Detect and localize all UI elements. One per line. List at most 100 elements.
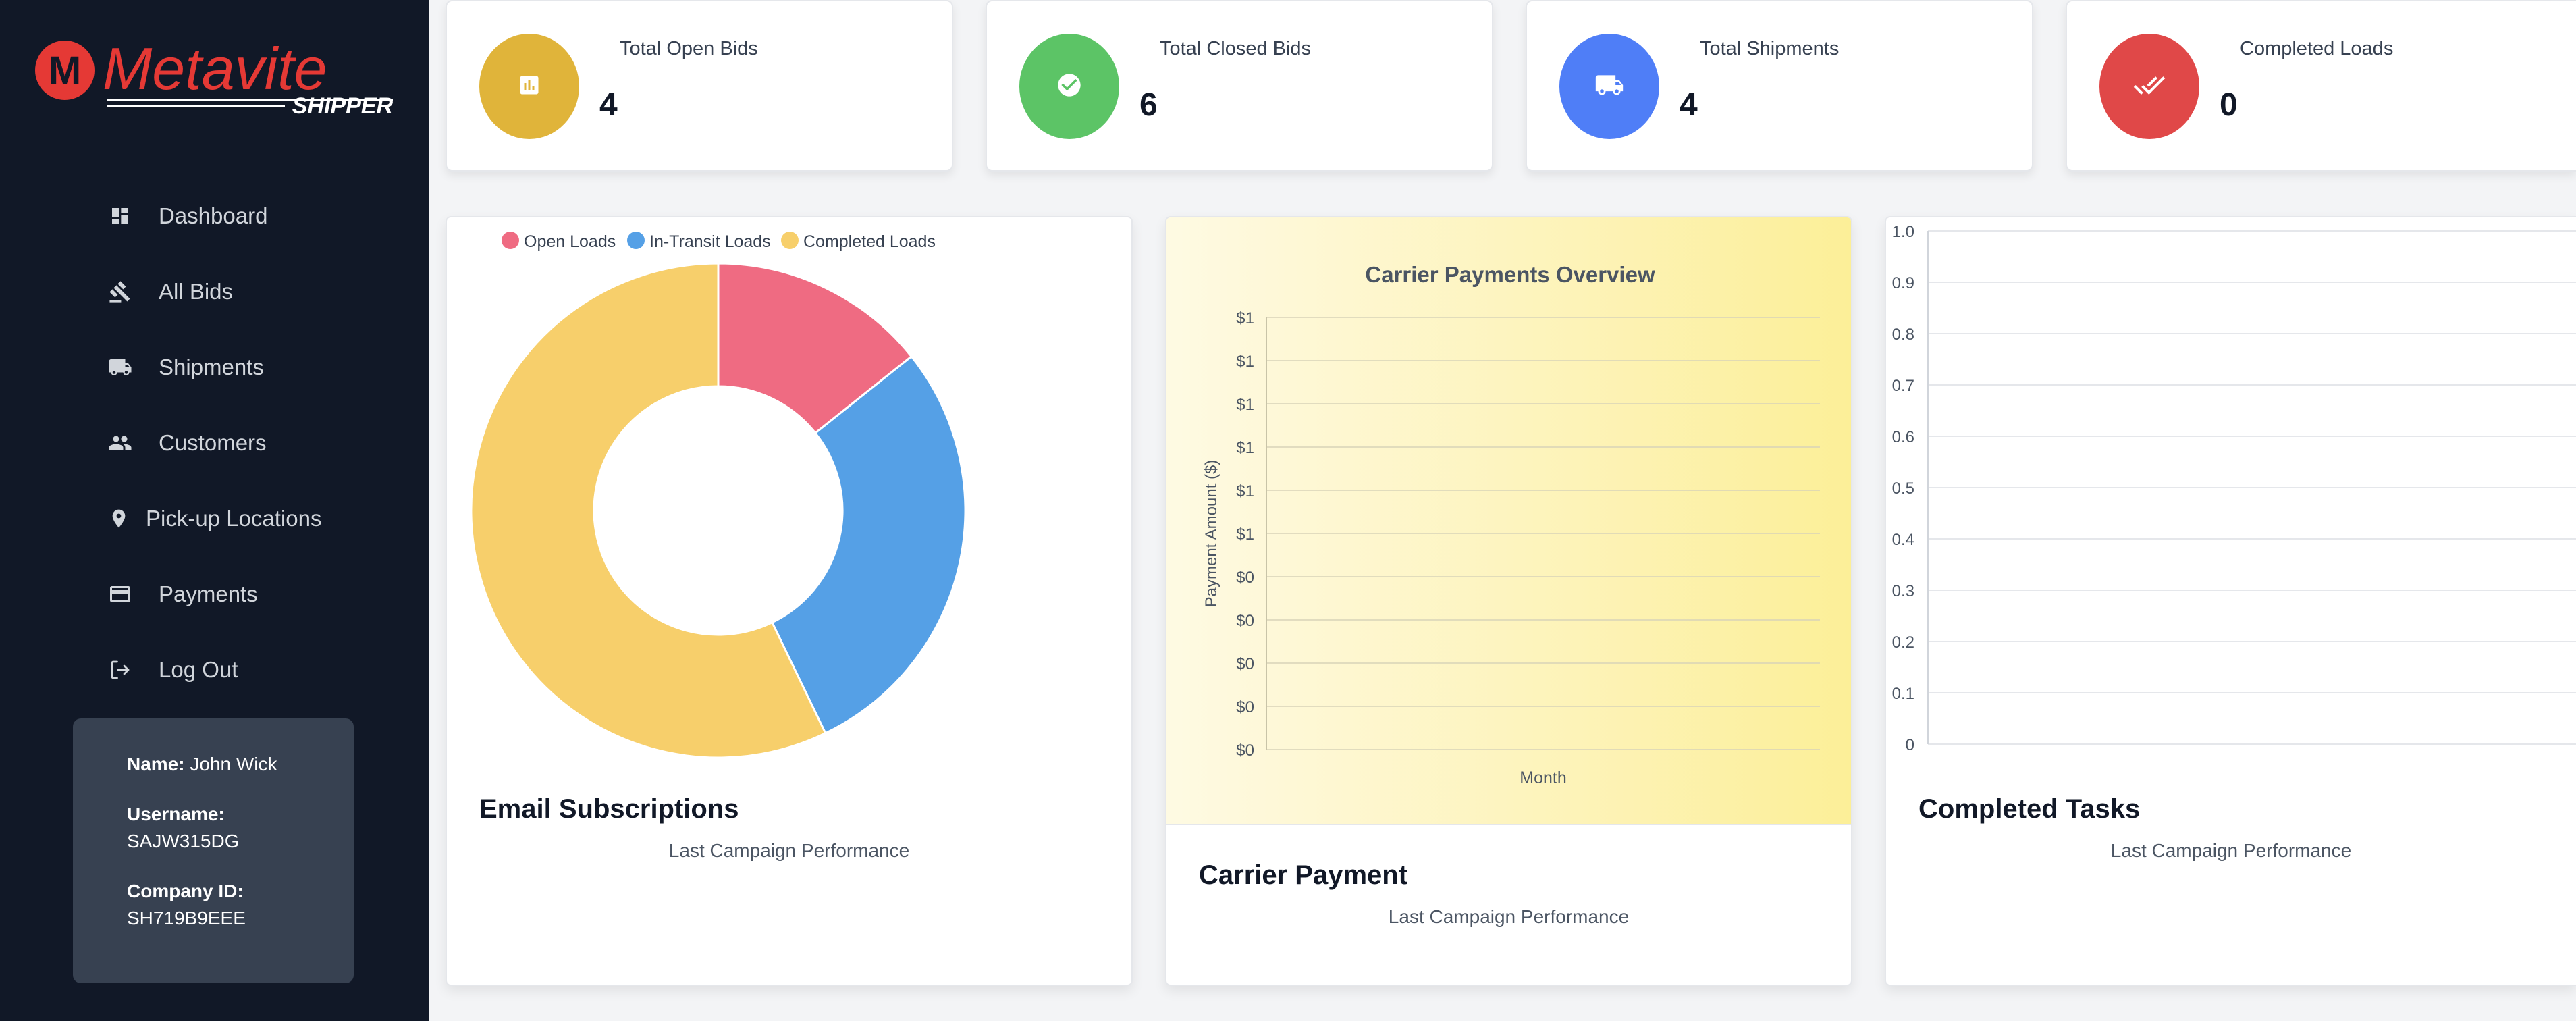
brand-logo-graphic: M Metavite SHIPPER bbox=[35, 35, 394, 119]
carrier-payments-chart: Carrier Payments Overview $1 $1 $1 $1 $1 $1 $0 $… bbox=[1202, 262, 1820, 787]
sidebar-item-payments[interactable]: Payments bbox=[0, 560, 429, 628]
sidebar-item-shipments[interactable]: Shipments bbox=[0, 334, 429, 401]
chart-title: Carrier Payments Overview bbox=[1365, 262, 1655, 287]
x-axis-label: Month bbox=[1520, 768, 1566, 787]
y-tick-label: $0 bbox=[1236, 612, 1254, 630]
bar-chart-icon bbox=[517, 73, 541, 101]
sidebar-item-label: Log Out bbox=[159, 657, 238, 682]
legend-swatch bbox=[781, 232, 799, 249]
company-id-row: Company ID: SH719B9EEE bbox=[127, 878, 354, 932]
brand-subtitle: SHIPPER bbox=[292, 93, 394, 119]
y-tick-label: $1 bbox=[1236, 439, 1254, 457]
stat-icon-circle bbox=[479, 34, 579, 139]
company-id-label: Company ID: bbox=[127, 881, 244, 901]
check-circle-icon bbox=[1056, 72, 1083, 102]
people-icon bbox=[107, 429, 134, 456]
y-tick-label: $1 bbox=[1236, 309, 1254, 328]
sidebar-item-logout[interactable]: Log Out bbox=[0, 636, 429, 704]
sidebar-item-dashboard[interactable]: Dashboard bbox=[0, 182, 429, 250]
y-tick-label: $1 bbox=[1236, 352, 1254, 371]
completed-tasks-card: 1.0 0.9 0.8 0.7 0.6 0.5 0.4 0.3 0.2 0.1 0 Complete… bbox=[1885, 216, 2576, 986]
stat-value: 4 bbox=[599, 87, 618, 123]
y-tick-label: 0.6 bbox=[1892, 428, 1914, 446]
y-tick-label: $1 bbox=[1236, 396, 1254, 414]
card-title: Completed Tasks bbox=[1918, 794, 2141, 824]
stat-value: 4 bbox=[1680, 87, 1698, 123]
doughnut-chart: Open Loads In-Transit Loads Completed Load… bbox=[470, 232, 967, 759]
stat-label: Total Open Bids bbox=[620, 38, 758, 59]
sidebar-item-customers[interactable]: Customers bbox=[0, 409, 429, 477]
y-tick-label: $1 bbox=[1236, 482, 1254, 500]
legend-label: Completed Loads bbox=[803, 232, 936, 251]
truck-icon bbox=[107, 354, 134, 381]
y-tick-label: 0.4 bbox=[1892, 531, 1914, 549]
username-row: Username: SAJW315DG bbox=[127, 801, 354, 855]
gavel-icon bbox=[107, 278, 134, 305]
sidebar: M Metavite SHIPPER Dashboard All Bids Sh… bbox=[0, 0, 429, 1021]
card-subtitle: Last Campaign Performance bbox=[668, 840, 910, 861]
truck-icon bbox=[1594, 70, 1624, 103]
y-tick-label: 0.3 bbox=[1892, 582, 1914, 600]
brand-name: Metavite bbox=[103, 38, 327, 102]
stat-icon-circle bbox=[1019, 34, 1119, 139]
brand-logo[interactable]: M Metavite SHIPPER bbox=[34, 35, 398, 119]
sidebar-item-label: Customers bbox=[159, 430, 267, 455]
y-tick-label: 0.7 bbox=[1892, 377, 1914, 395]
stat-value: 6 bbox=[1139, 87, 1158, 123]
y-tick-label: $0 bbox=[1236, 741, 1254, 760]
username-label: Username: bbox=[127, 804, 225, 824]
card-subtitle: Last Campaign Performance bbox=[1388, 906, 1630, 927]
y-tick-label: 0 bbox=[1906, 736, 1914, 754]
y-axis-label: Payment Amount ($) bbox=[1202, 460, 1220, 608]
sidebar-item-label: Payments bbox=[159, 581, 258, 606]
stat-value: 0 bbox=[2220, 87, 2238, 123]
stat-label: Completed Loads bbox=[2240, 38, 2394, 59]
sidebar-item-label: Shipments bbox=[159, 355, 264, 379]
double-check-icon bbox=[2133, 69, 2166, 105]
sidebar-item-pickup-locations[interactable]: Pick-up Locations bbox=[0, 485, 429, 552]
brand-letter: M bbox=[49, 49, 81, 93]
sidebar-item-label: Dashboard bbox=[159, 203, 268, 228]
legend-label: Open Loads bbox=[524, 232, 616, 251]
dashboard-icon bbox=[107, 203, 134, 230]
legend-swatch bbox=[627, 232, 645, 249]
app-root: M Metavite SHIPPER Dashboard All Bids Sh… bbox=[0, 0, 2576, 1021]
logout-icon bbox=[107, 656, 134, 683]
legend-swatch bbox=[502, 232, 519, 249]
location-pin-icon bbox=[105, 505, 132, 532]
stat-label: Total Shipments bbox=[1700, 38, 1840, 59]
card-title: Carrier Payment bbox=[1199, 860, 1408, 890]
y-tick-label: 1.0 bbox=[1892, 223, 1914, 241]
stat-card-completed-loads: Completed Loads 0 bbox=[2066, 0, 2576, 172]
stat-icon-circle bbox=[1559, 34, 1659, 139]
legend-label: In-Transit Loads bbox=[649, 232, 771, 251]
y-tick-label: 0.2 bbox=[1892, 633, 1914, 652]
username-value: SAJW315DG bbox=[127, 831, 240, 852]
stat-card-open-bids: Total Open Bids 4 bbox=[446, 0, 953, 172]
y-tick-label: 0.1 bbox=[1892, 685, 1914, 703]
user-name-row: Name: John Wick bbox=[127, 751, 354, 778]
email-subscriptions-card: Open Loads In-Transit Loads Completed Load… bbox=[446, 216, 1133, 986]
y-tick-label: $0 bbox=[1236, 698, 1254, 716]
y-tick-label: $0 bbox=[1236, 655, 1254, 673]
carrier-payment-card: Carrier Payments Overview $1 $1 $1 $1 $1 $1 $0 $… bbox=[1165, 216, 1852, 986]
stat-label: Total Closed Bids bbox=[1160, 38, 1312, 59]
stat-icon-circle bbox=[2099, 34, 2199, 139]
y-tick-label: $0 bbox=[1236, 569, 1254, 587]
completed-tasks-chart: 1.0 0.9 0.8 0.7 0.6 0.5 0.4 0.3 0.2 0.1 0 bbox=[1892, 223, 2576, 754]
user-name-value: John Wick bbox=[190, 754, 277, 775]
y-tick-label: 0.5 bbox=[1892, 479, 1914, 498]
user-name-label: Name: bbox=[127, 754, 185, 775]
credit-card-icon bbox=[107, 581, 134, 608]
sidebar-item-label: Pick-up Locations bbox=[146, 506, 322, 531]
company-id-value: SH719B9EEE bbox=[127, 908, 246, 928]
y-tick-label: 0.8 bbox=[1892, 325, 1914, 344]
stat-card-closed-bids: Total Closed Bids 6 bbox=[986, 0, 1493, 172]
y-tick-label: 0.9 bbox=[1892, 274, 1914, 292]
card-divider bbox=[1166, 824, 1851, 825]
card-subtitle: Last Campaign Performance bbox=[2110, 840, 2352, 861]
y-tick-label: $1 bbox=[1236, 525, 1254, 544]
sidebar-item-all-bids[interactable]: All Bids bbox=[0, 258, 429, 325]
sidebar-item-label: All Bids bbox=[159, 279, 234, 304]
stat-card-total-shipments: Total Shipments 4 bbox=[1526, 0, 2033, 172]
